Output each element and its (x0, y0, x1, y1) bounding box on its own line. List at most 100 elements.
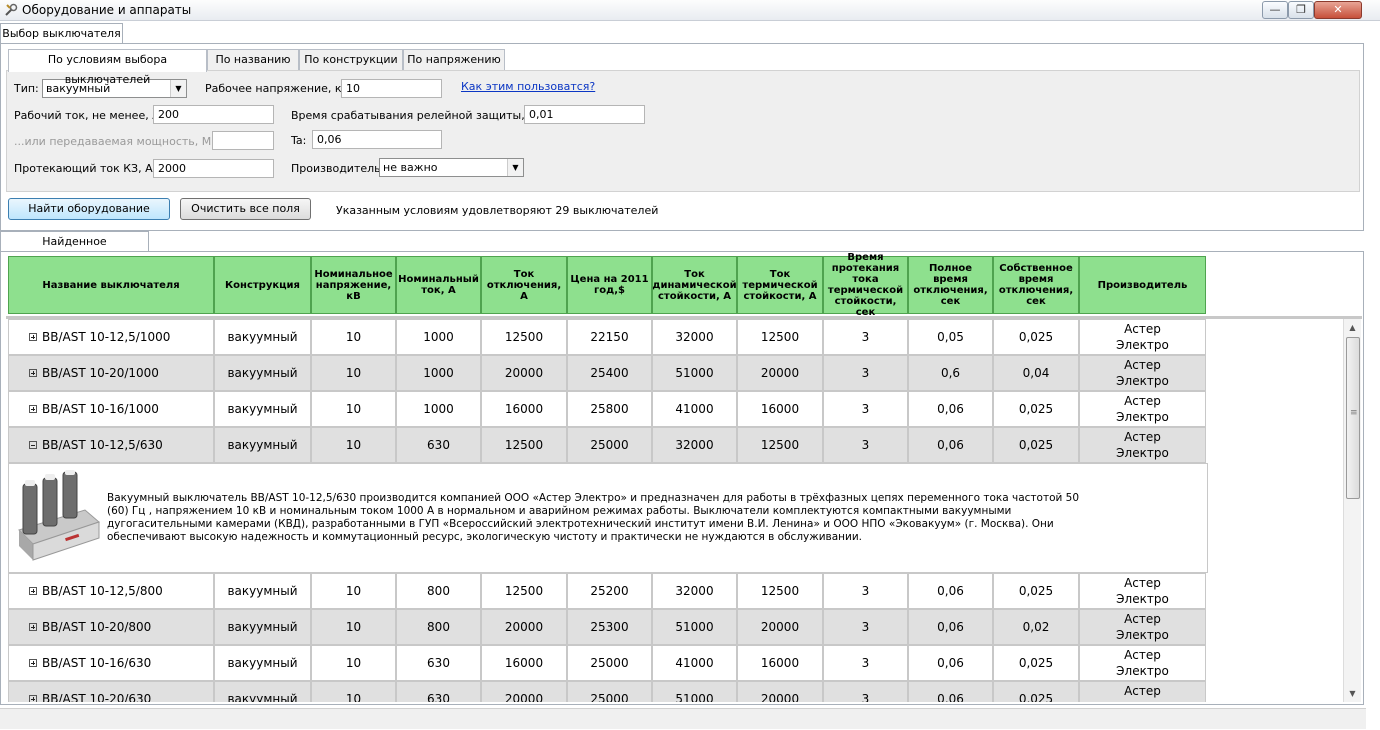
cell-total-time: 0,06 (908, 609, 993, 645)
clear-fields-button[interactable]: Очистить все поля (180, 198, 311, 220)
table-row[interactable]: ВВ/AST 10-20/1000 вакуумный 10 1000 20000 254… (6, 355, 1340, 391)
header-col-thermal-time[interactable]: Время протекания тока термической стойко… (823, 252, 908, 318)
vertical-scrollbar[interactable]: ▲ ≡ ▼ (1343, 319, 1361, 702)
tab-found-equipment[interactable]: Найденное оборудование (0, 231, 149, 268)
table-row[interactable]: ВВ/AST 10-12,5/1000 вакуумный 10 1000 12500 2… (6, 319, 1340, 355)
cell-dynamic-current: 51000 (652, 681, 737, 702)
cell-dynamic-current: 51000 (652, 355, 737, 391)
cell-breaking-current: 12500 (481, 573, 567, 609)
cell-construction: вакуумный (214, 391, 311, 427)
manufacturer-select[interactable]: не важно ▼ (379, 158, 524, 177)
tab-by-construction[interactable]: По конструкции (299, 49, 403, 70)
cell-thermal-time: 3 (823, 609, 908, 645)
scroll-thumb[interactable]: ≡ (1346, 337, 1360, 499)
cell-construction: вакуумный (214, 355, 311, 391)
expand-icon[interactable] (29, 405, 37, 413)
header-col-own-time[interactable]: Собственное время отключения, сек (993, 256, 1079, 314)
short-circuit-input[interactable] (153, 159, 274, 178)
tab-by-voltage[interactable]: По напряжению (403, 49, 505, 70)
header-col-dynamic-current[interactable]: Ток динамической стойкости, А (652, 256, 737, 314)
cell-own-time: 0,04 (993, 355, 1079, 391)
expand-icon[interactable] (29, 333, 37, 341)
header-col-total-time[interactable]: Полное время отключения, сек (908, 256, 993, 314)
expand-icon[interactable] (29, 587, 37, 595)
cell-total-time: 0,06 (908, 645, 993, 681)
cell-thermal-current: 12500 (737, 573, 823, 609)
power-input[interactable] (212, 131, 274, 150)
close-icon: ✕ (1333, 3, 1343, 16)
cell-thermal-current: 12500 (737, 319, 823, 355)
cell-price: 22150 (567, 319, 652, 355)
cell-own-time: 0,025 (993, 319, 1079, 355)
cell-breaking-current: 12500 (481, 427, 567, 463)
cell-thermal-time: 3 (823, 427, 908, 463)
chevron-down-icon: ▼ (507, 159, 523, 176)
relay-time-label: Время срабатывания релейной защиты, сек: (291, 109, 552, 122)
header-col-rated-current[interactable]: Номинальный ток, А (396, 256, 481, 314)
cell-total-time: 0,06 (908, 427, 993, 463)
table-row[interactable]: ВВ/AST 10-12,5/800 вакуумный 10 800 12500 252… (6, 573, 1340, 609)
ta-input[interactable] (312, 130, 442, 149)
cell-manufacturer: Астер Электро (1079, 609, 1206, 645)
current-input[interactable] (153, 105, 274, 124)
cell-rated-current: 1000 (396, 319, 481, 355)
table-row[interactable]: ВВ/AST 10-20/630 вакуумный 10 630 20000 25000… (6, 681, 1340, 702)
cell-rated-voltage: 10 (311, 355, 396, 391)
cell-thermal-time: 3 (823, 573, 908, 609)
relay-time-input[interactable] (524, 105, 645, 124)
expand-icon[interactable] (29, 623, 37, 631)
header-col-thermal-current[interactable]: Ток термической стойкости, А (737, 256, 823, 314)
ta-label: Ta: (291, 134, 307, 147)
cell-price: 25000 (567, 681, 652, 702)
collapse-icon[interactable] (29, 441, 37, 449)
tab-by-name[interactable]: По названию (207, 49, 299, 70)
table-row[interactable]: ВВ/AST 10-12,5/630 вакуумный 10 630 12500 250… (6, 427, 1340, 463)
header-col-breaker-name[interactable]: Название выключателя (8, 256, 214, 314)
short-circuit-label: Протекающий ток КЗ, А: (14, 162, 157, 175)
expand-icon[interactable] (29, 369, 37, 377)
cell-total-time: 0,6 (908, 355, 993, 391)
cell-thermal-time: 3 (823, 645, 908, 681)
close-button[interactable]: ✕ (1314, 1, 1362, 19)
maximize-button[interactable]: ❐ (1288, 1, 1314, 19)
cell-rated-current: 630 (396, 681, 481, 702)
maximize-icon: ❐ (1296, 3, 1306, 16)
cell-rated-voltage: 10 (311, 609, 396, 645)
header-col-manufacturer[interactable]: Производитель (1079, 256, 1206, 314)
table-row[interactable]: ВВ/AST 10-20/800 вакуумный 10 800 20000 25300… (6, 609, 1340, 645)
cell-breaking-current: 20000 (481, 681, 567, 702)
cell-thermal-current: 16000 (737, 391, 823, 427)
cell-dynamic-current: 41000 (652, 645, 737, 681)
table-row[interactable]: ВВ/AST 10-16/1000 вакуумный 10 1000 16000 258… (6, 391, 1340, 427)
cell-rated-voltage: 10 (311, 319, 396, 355)
minimize-icon: — (1269, 3, 1281, 16)
header-col-rated-voltage[interactable]: Номинальное напряжение, кВ (311, 256, 396, 314)
header-col-construction[interactable]: Конструкция (214, 256, 311, 314)
cell-rated-voltage: 10 (311, 645, 396, 681)
minimize-button[interactable]: — (1262, 1, 1288, 19)
cell-manufacturer: Астер Электро (1079, 573, 1206, 609)
cell-breaker-name: ВВ/AST 10-20/1000 (8, 355, 214, 391)
help-link[interactable]: Как этим пользоватся? (461, 80, 595, 93)
expand-icon[interactable] (29, 695, 37, 702)
cell-breaker-name: ВВ/AST 10-20/800 (8, 609, 214, 645)
header-col-price[interactable]: Цена на 2011 год,$ (567, 256, 652, 314)
expand-icon[interactable] (29, 659, 37, 667)
cell-rated-voltage: 10 (311, 391, 396, 427)
cell-manufacturer: Астер Электро (1079, 427, 1206, 463)
tab-by-conditions[interactable]: По условиям выбора выключателей (8, 49, 207, 86)
tab-breaker-selection[interactable]: Выбор выключателя (0, 23, 123, 44)
breaker-name: ВВ/AST 10-20/800 (42, 620, 152, 634)
find-equipment-button[interactable]: Найти оборудование (8, 198, 170, 220)
table-row[interactable]: ВВ/AST 10-16/630 вакуумный 10 630 16000 25000… (6, 645, 1340, 681)
cell-construction: вакуумный (214, 609, 311, 645)
scroll-down-icon[interactable]: ▼ (1344, 685, 1361, 702)
cell-dynamic-current: 32000 (652, 319, 737, 355)
breaker-name: ВВ/AST 10-20/1000 (42, 366, 159, 380)
cell-rated-voltage: 10 (311, 427, 396, 463)
voltage-input[interactable] (341, 79, 442, 98)
header-col-breaking-current[interactable]: Ток отключения, А (481, 256, 567, 314)
scroll-up-icon[interactable]: ▲ (1344, 319, 1361, 336)
cell-rated-current: 1000 (396, 355, 481, 391)
cell-manufacturer: Астер Электро (1079, 319, 1206, 355)
